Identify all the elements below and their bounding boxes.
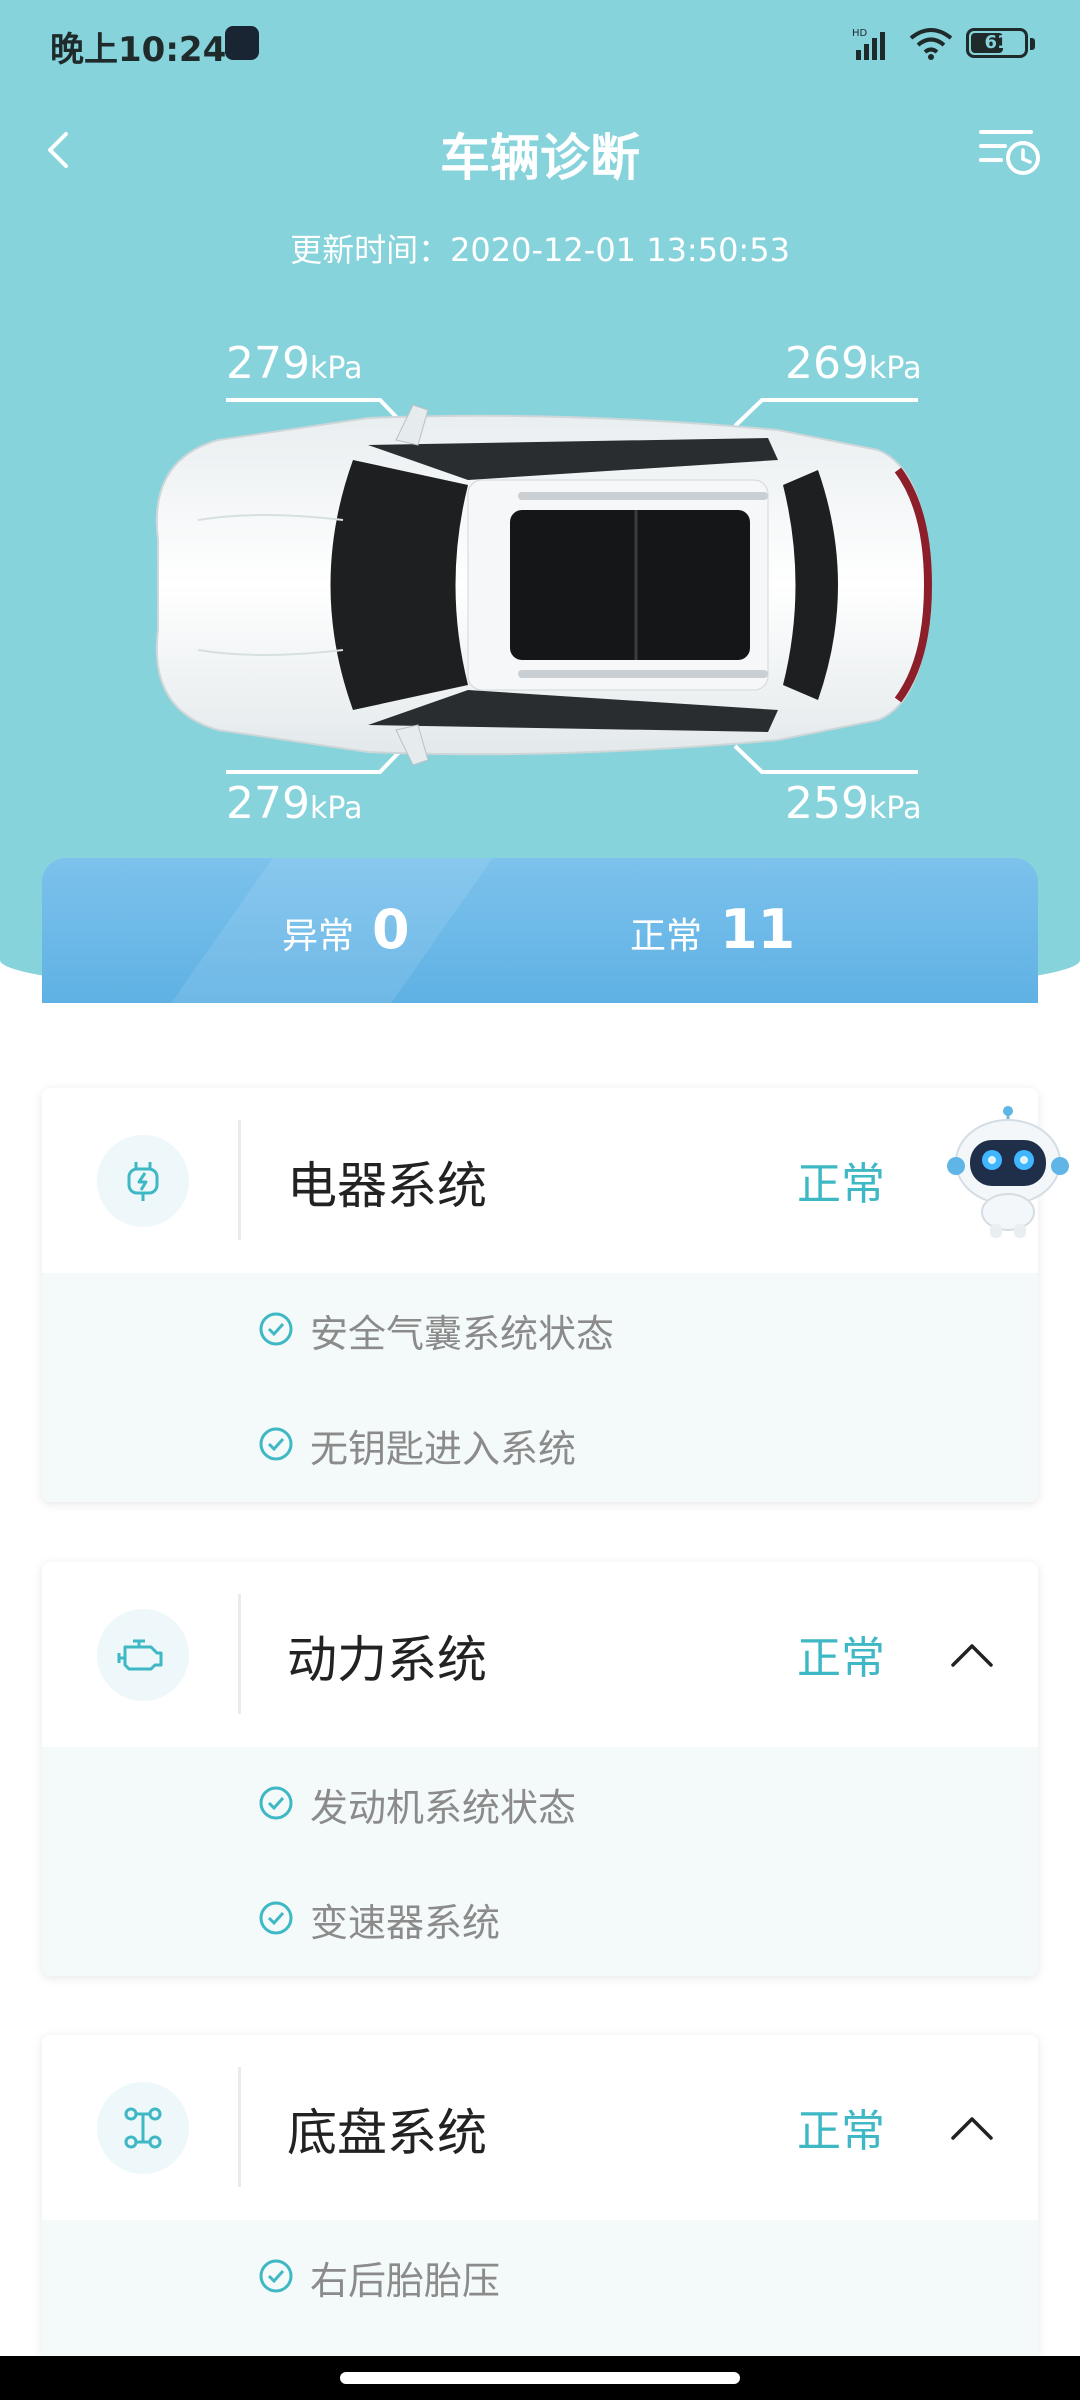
list-item: 安全气囊系统状态 <box>259 1303 615 1358</box>
check-circle-icon <box>259 1427 293 1461</box>
abnormal-label: 异常 <box>282 916 355 957</box>
card-divider <box>238 2067 241 2187</box>
card-title: 底盘系统 <box>287 2104 487 2162</box>
card-header[interactable]: 电器系统 正常 <box>42 1088 1038 1273</box>
normal-label: 正常 <box>630 916 703 957</box>
card-header[interactable]: 底盘系统 正常 <box>42 2035 1038 2220</box>
item-label: 发动机系统状态 <box>310 1786 577 1830</box>
card-title: 电器系统 <box>287 1157 487 1215</box>
engine-icon <box>97 1609 189 1701</box>
plug-icon <box>97 1135 189 1227</box>
card-chassis-system: 底盘系统 正常 右后胎胎压 <box>42 2035 1038 2356</box>
card-header[interactable]: 动力系统 正常 <box>42 1562 1038 1747</box>
abnormal-summary: 异常 0 <box>282 898 410 961</box>
assistant-robot-icon[interactable] <box>946 1100 1071 1240</box>
home-indicator[interactable] <box>340 2372 740 2384</box>
card-power-system: 动力系统 正常 发动机系统状态 变速器系统 <box>42 1562 1038 1976</box>
card-divider <box>238 1120 241 1240</box>
normal-count: 11 <box>720 898 796 961</box>
car-top-view-image <box>155 404 933 766</box>
list-item: 变速器系统 <box>259 1892 501 1947</box>
item-label: 变速器系统 <box>310 1901 501 1945</box>
list-item: 发动机系统状态 <box>259 1777 577 1832</box>
list-item: 右后胎胎压 <box>259 2250 501 2305</box>
abnormal-count: 0 <box>372 898 410 961</box>
check-circle-icon <box>259 1312 293 1346</box>
item-label: 无钥匙进入系统 <box>310 1427 577 1471</box>
item-label: 安全气囊系统状态 <box>310 1312 615 1356</box>
check-circle-icon <box>259 1786 293 1820</box>
chassis-icon <box>97 2082 189 2174</box>
chevron-up-icon[interactable] <box>947 2110 997 2146</box>
summary-bar: 异常 0 正常 11 <box>42 858 1038 1003</box>
card-electrical-system: 电器系统 正常 安全气囊系统状态 无钥匙进入系统 <box>42 1088 1038 1502</box>
card-status: 正常 <box>797 1633 885 1684</box>
card-status: 正常 <box>797 2106 885 2157</box>
check-circle-icon <box>259 2259 293 2293</box>
check-circle-icon <box>259 1901 293 1935</box>
normal-summary: 正常 11 <box>630 898 795 961</box>
card-status: 正常 <box>797 1159 885 1210</box>
list-item: 无钥匙进入系统 <box>259 1418 577 1473</box>
card-title: 动力系统 <box>287 1631 487 1689</box>
card-divider <box>238 1594 241 1714</box>
item-label: 右后胎胎压 <box>310 2259 501 2303</box>
chevron-up-icon[interactable] <box>947 1637 997 1673</box>
